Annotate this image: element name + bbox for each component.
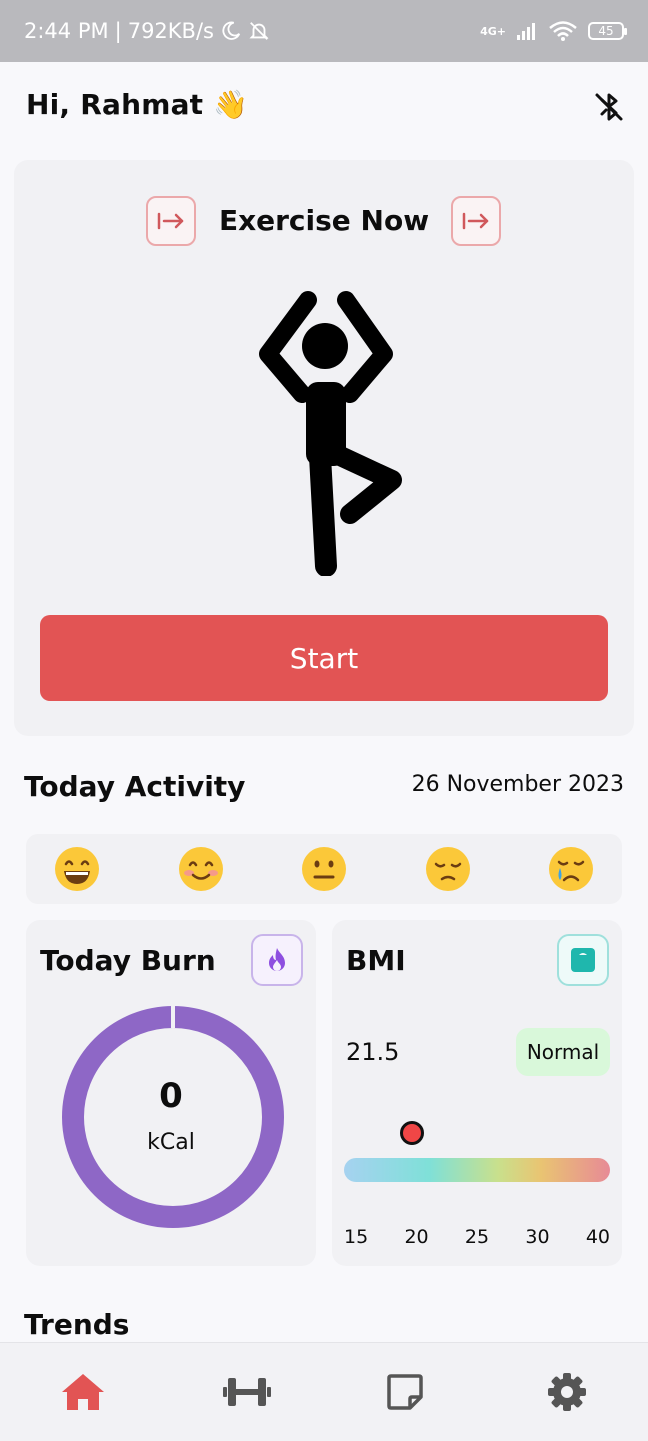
moon-icon xyxy=(222,21,241,40)
trends-title: Trends xyxy=(24,1308,130,1341)
mood-very-happy-icon[interactable] xyxy=(54,846,100,892)
weighing-scale-icon xyxy=(571,948,595,972)
status-speed: 792KB/s xyxy=(127,19,214,43)
mood-selector xyxy=(26,834,622,904)
activity-date: 26 November 2023 xyxy=(411,772,624,797)
nav-settings[interactable] xyxy=(542,1367,592,1417)
network-label: 4G+ xyxy=(480,24,506,38)
today-burn-title: Today Burn xyxy=(40,944,216,977)
burn-value: 0 xyxy=(159,1076,183,1116)
yoga-pose-figure xyxy=(259,291,402,576)
scale-icon-badge xyxy=(557,934,609,986)
mood-sad-icon[interactable] xyxy=(425,846,471,892)
burn-progress-ring xyxy=(62,1004,284,1228)
bmi-scale-bar xyxy=(344,1158,610,1182)
gear-icon xyxy=(548,1373,586,1411)
bell-muted-icon xyxy=(249,22,269,40)
bmi-tick: 40 xyxy=(585,1226,610,1248)
flame-icon-badge xyxy=(251,934,303,986)
signal-icon xyxy=(517,23,535,40)
start-button[interactable]: Start xyxy=(40,615,608,701)
flame-icon xyxy=(269,948,285,971)
arrow-right-to-line-icon xyxy=(462,212,489,230)
bmi-title: BMI xyxy=(346,944,406,977)
today-burn-card[interactable]: Today Burn 0 kCal xyxy=(26,920,316,1266)
battery-level: 45 xyxy=(598,24,614,38)
nav-home[interactable] xyxy=(58,1367,108,1417)
greeting-text: Hi, Rahmat 👋 xyxy=(26,88,249,121)
bmi-tick: 15 xyxy=(344,1226,369,1248)
exercise-card: Exercise Now Start xyxy=(14,160,634,736)
home-icon xyxy=(62,1374,104,1410)
bmi-card[interactable]: BMI 21.5 Normal 15 20 25 30 40 xyxy=(332,920,622,1266)
status-bar-left: 2:44 PM | 792KB/s xyxy=(24,19,270,43)
dumbbell-icon xyxy=(223,1378,271,1406)
bmi-tick: 25 xyxy=(464,1226,490,1248)
wifi-icon xyxy=(549,21,577,41)
bmi-marker xyxy=(400,1121,424,1145)
mood-happy-icon[interactable] xyxy=(178,846,224,892)
status-separator: | xyxy=(114,19,122,43)
bmi-scale-ticks: 15 20 25 30 40 xyxy=(344,1226,610,1248)
bmi-value: 21.5 xyxy=(346,1038,400,1066)
notes-icon xyxy=(387,1374,423,1410)
status-bar-right: 4G+ 45 xyxy=(480,20,627,42)
status-time: 2:44 PM xyxy=(24,19,109,43)
bottom-navigation xyxy=(0,1342,648,1441)
bmi-status-badge: Normal xyxy=(516,1028,610,1076)
bluetooth-disabled-icon[interactable] xyxy=(592,90,626,124)
exercise-next-button[interactable] xyxy=(451,196,501,246)
today-activity-title: Today Activity xyxy=(24,770,246,803)
mood-neutral-icon[interactable] xyxy=(301,846,347,892)
battery-icon: 45 xyxy=(588,22,627,40)
nav-notes[interactable] xyxy=(380,1367,430,1417)
bmi-tick: 20 xyxy=(404,1226,429,1248)
nav-workout[interactable] xyxy=(222,1367,272,1417)
status-bar: 2:44 PM | 792KB/s 4G+ 45 xyxy=(0,0,648,62)
burn-unit: kCal xyxy=(147,1130,195,1155)
bmi-tick: 30 xyxy=(525,1226,550,1248)
exercise-title: Exercise Now xyxy=(218,204,430,237)
mood-crying-icon[interactable] xyxy=(548,846,594,892)
